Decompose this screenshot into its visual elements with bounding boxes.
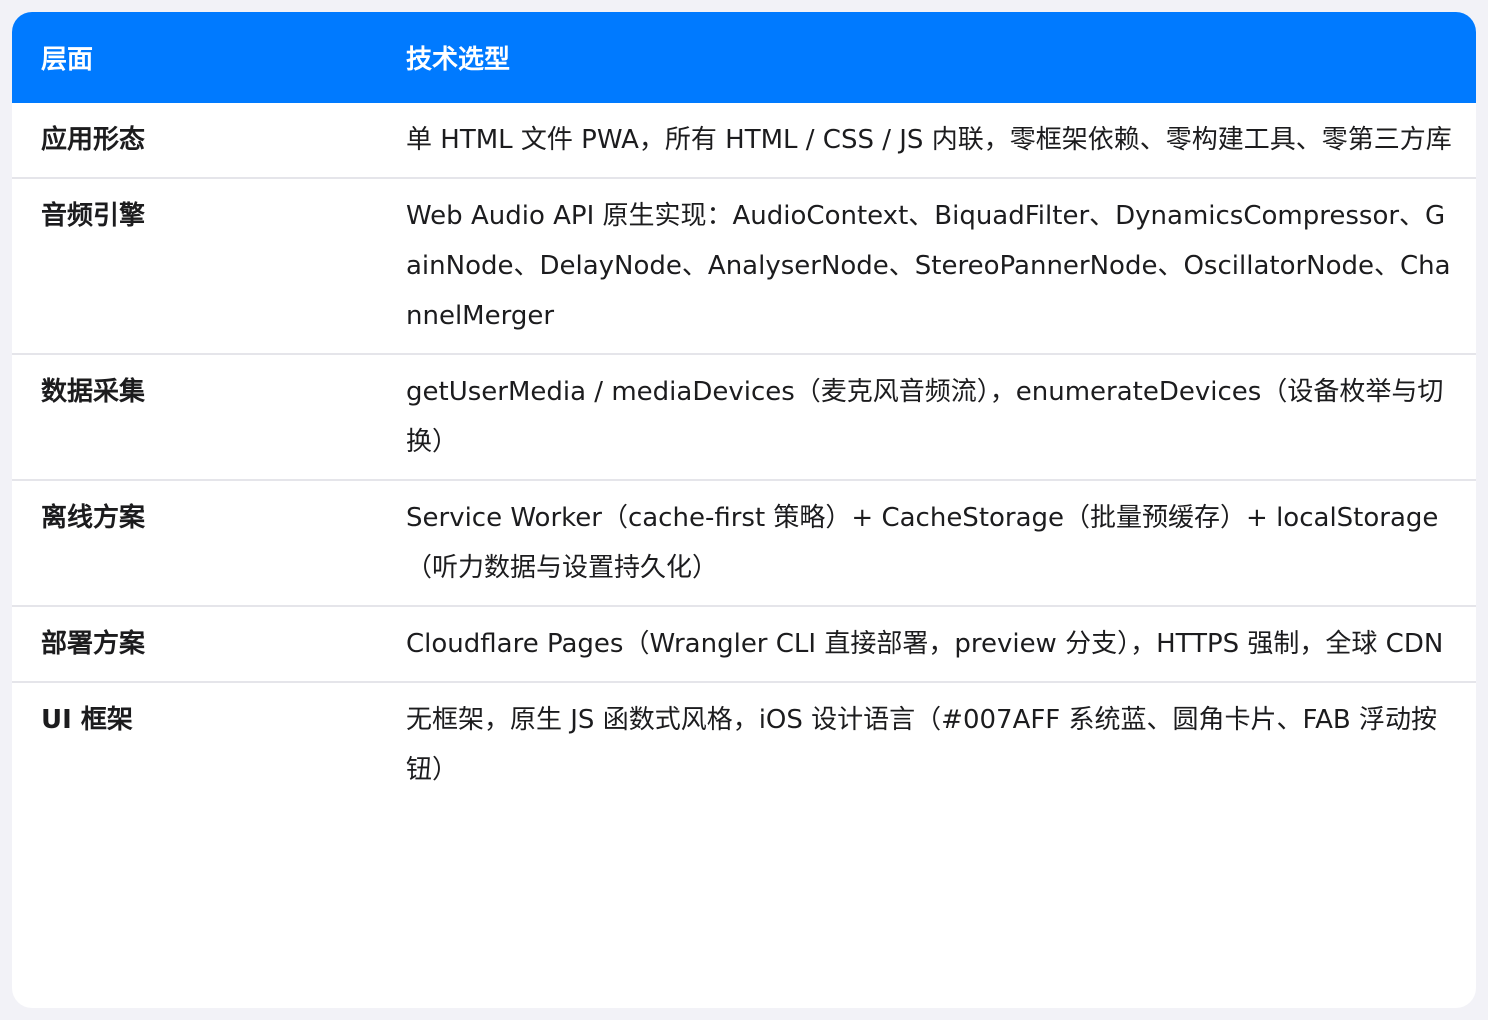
header-tech: 技术选型 bbox=[406, 45, 511, 75]
tech-stack-table: 层面 技术选型 应用形态 单 HTML 文件 PWA，所有 HTML / CSS… bbox=[12, 12, 1476, 807]
row-tech: getUserMedia / mediaDevices（麦克风音频流），enum… bbox=[377, 354, 1476, 481]
table-row: 应用形态 单 HTML 文件 PWA，所有 HTML / CSS / JS 内联… bbox=[12, 103, 1476, 179]
table-row: 数据采集 getUserMedia / mediaDevices（麦克风音频流）… bbox=[12, 354, 1476, 481]
row-tech: 无框架，原生 JS 函数式风格，iOS 设计语言（#007AFF 系统蓝、圆角卡… bbox=[406, 705, 1437, 785]
row-layer: 音频引擎 bbox=[12, 178, 377, 355]
row-tech: Cloudflare Pages（Wrangler CLI 直接部署，previ… bbox=[377, 606, 1476, 683]
tech-stack-table-card: 层面 技术选型 应用形态 单 HTML 文件 PWA，所有 HTML / CSS… bbox=[12, 12, 1476, 1008]
row-layer: 数据采集 bbox=[12, 354, 377, 481]
row-tech: 单 HTML 文件 PWA，所有 HTML / CSS / JS 内联，零框架依… bbox=[377, 103, 1476, 179]
row-tech: Web Audio API 原生实现：AudioContext、BiquadFi… bbox=[377, 178, 1476, 355]
table-row: 离线方案 Service Worker（cache-first 策略）+ Cac… bbox=[12, 480, 1476, 607]
row-layer: 应用形态 bbox=[12, 103, 377, 179]
row-layer: 部署方案 bbox=[12, 606, 377, 683]
table-header-row: 层面 技术选型 bbox=[12, 12, 1476, 103]
row-layer: UI 框架 bbox=[41, 705, 133, 735]
table-row: UI 框架 无框架，原生 JS 函数式风格，iOS 设计语言（#007AFF 系… bbox=[12, 682, 1476, 807]
table-row: 部署方案 Cloudflare Pages（Wrangler CLI 直接部署，… bbox=[12, 606, 1476, 683]
row-tech: Service Worker（cache-first 策略）+ CacheSto… bbox=[377, 480, 1476, 607]
row-layer: 离线方案 bbox=[12, 480, 377, 607]
table-row: 音频引擎 Web Audio API 原生实现：AudioContext、Biq… bbox=[12, 178, 1476, 355]
header-layer: 层面 bbox=[41, 45, 94, 75]
